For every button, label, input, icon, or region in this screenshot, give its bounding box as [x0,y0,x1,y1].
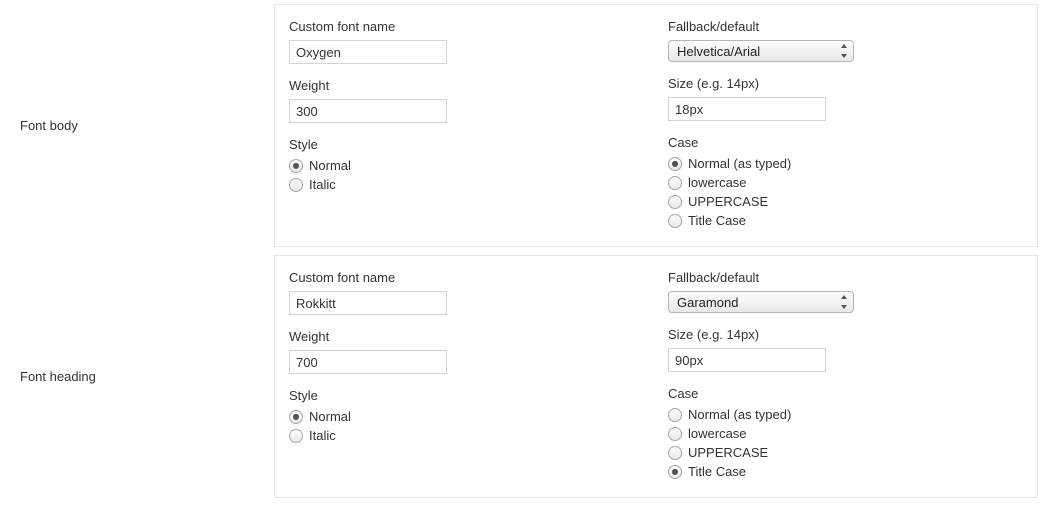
weight-field-label: Weight [289,78,638,93]
case-field-label: Case [668,135,1017,150]
left-column: Custom font name Weight Style Normal Italic [279,19,658,232]
case-radio-label: UPPERCASE [688,194,768,209]
section-panel: Custom font name Weight Style Normal Italic F… [274,255,1038,498]
radio-icon [668,446,682,460]
case-radio[interactable]: Normal (as typed) [668,407,1017,422]
custom-font-name-field-label: Custom font name [289,19,638,34]
fallback-select-wrap: Garamond [668,291,854,313]
radio-icon [289,178,303,192]
radio-icon [668,408,682,422]
radio-icon [668,157,682,171]
left-column: Custom font name Weight Style Normal Italic [279,270,658,483]
radio-icon [668,214,682,228]
case-radio[interactable]: Title Case [668,213,1017,228]
radio-icon [289,410,303,424]
radio-icon [668,427,682,441]
size-field: Size (e.g. 14px) [668,76,1017,121]
style-field-label: Style [289,388,638,403]
custom-font-name-field: Custom font name [289,270,638,315]
case-radio-label: Title Case [688,464,746,479]
weight-field-label: Weight [289,329,638,344]
radio-icon [289,159,303,173]
case-radio-label: lowercase [688,426,747,441]
font-name-input[interactable] [289,291,447,315]
case-field-group: Normal (as typed) lowercase UPPERCASE Title… [668,156,1017,228]
case-field: Case Normal (as typed) lowercase UPPERCASE T… [668,386,1017,479]
weight-input[interactable] [289,99,447,123]
radio-icon [668,195,682,209]
weight-field: Weight [289,329,638,374]
fallback-field: Fallback/default Helvetica/Arial [668,19,1017,62]
fallback-field-label: Fallback/default [668,19,1017,34]
case-radio[interactable]: lowercase [668,426,1017,441]
case-radio-label: Normal (as typed) [688,407,791,422]
weight-field: Weight [289,78,638,123]
fallback-select-wrap: Helvetica/Arial [668,40,854,62]
case-radio-label: Normal (as typed) [688,156,791,171]
size-input[interactable] [668,348,826,372]
right-column: Fallback/default Helvetica/Arial Size (e.g… [658,19,1037,232]
fallback-field-label: Fallback/default [668,270,1017,285]
fallback-select[interactable]: Garamond [668,291,854,313]
size-field: Size (e.g. 14px) [668,327,1017,372]
case-radio[interactable]: UPPERCASE [668,445,1017,460]
case-radio[interactable]: lowercase [668,175,1017,190]
font-name-input[interactable] [289,40,447,64]
radio-icon [668,176,682,190]
style-radio[interactable]: Italic [289,428,638,443]
style-field-group: Normal Italic [289,409,638,443]
style-radio[interactable]: Normal [289,158,638,173]
style-radio[interactable]: Normal [289,409,638,424]
case-radio-label: Title Case [688,213,746,228]
section-panel: Custom font name Weight Style Normal Italic F… [274,4,1038,247]
case-radio[interactable]: Title Case [668,464,1017,479]
case-radio[interactable]: Normal (as typed) [668,156,1017,171]
case-field-label: Case [668,386,1017,401]
style-field: Style Normal Italic [289,137,638,192]
custom-font-name-field: Custom font name [289,19,638,64]
custom-font-name-field-label: Custom font name [289,270,638,285]
case-radio-label: lowercase [688,175,747,190]
case-radio-label: UPPERCASE [688,445,768,460]
style-radio-label: Italic [309,428,336,443]
radio-icon [668,465,682,479]
section-label: Font heading [4,255,274,498]
right-column: Fallback/default Garamond Size (e.g. 14px)… [658,270,1037,483]
case-radio[interactable]: UPPERCASE [668,194,1017,209]
style-radio-label: Normal [309,409,351,424]
size-field-label: Size (e.g. 14px) [668,327,1017,342]
radio-icon [289,429,303,443]
fallback-select[interactable]: Helvetica/Arial [668,40,854,62]
section-label: Font body [4,4,274,247]
font-section-heading: Font heading Custom font name Weight Style N… [4,255,1038,498]
size-field-label: Size (e.g. 14px) [668,76,1017,91]
style-field-group: Normal Italic [289,158,638,192]
style-field: Style Normal Italic [289,388,638,443]
case-field: Case Normal (as typed) lowercase UPPERCASE T… [668,135,1017,228]
size-input[interactable] [668,97,826,121]
style-field-label: Style [289,137,638,152]
fallback-field: Fallback/default Garamond [668,270,1017,313]
case-field-group: Normal (as typed) lowercase UPPERCASE Title… [668,407,1017,479]
weight-input[interactable] [289,350,447,374]
style-radio-label: Italic [309,177,336,192]
style-radio[interactable]: Italic [289,177,638,192]
font-section-body: Font body Custom font name Weight Style Norm… [4,4,1038,247]
style-radio-label: Normal [309,158,351,173]
